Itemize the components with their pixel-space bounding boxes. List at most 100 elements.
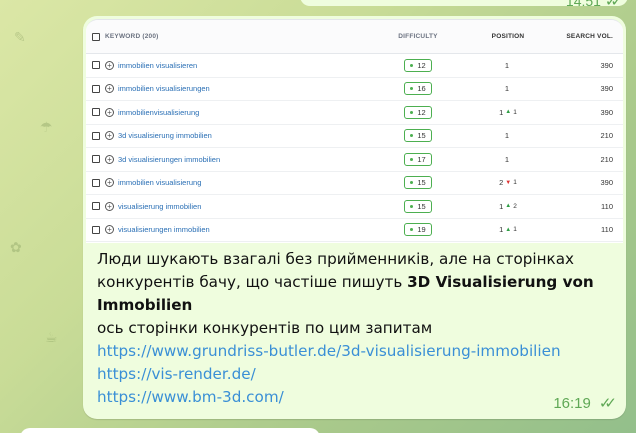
difficulty-badge: 15 <box>404 176 432 190</box>
table-body: + immobilien visualisieren 12 1 390 + immobili… <box>86 54 623 242</box>
arrow-up-icon: ▲ <box>505 109 512 116</box>
link-bm-3d[interactable]: https://www.bm-3d.com/ <box>97 386 617 409</box>
row-checkbox[interactable] <box>92 131 100 140</box>
doodle-icon: ☂ <box>40 120 53 136</box>
difficulty-dot-icon <box>410 228 414 232</box>
keyword-link[interactable]: 3d visualisierung immobilien <box>118 131 212 140</box>
table-row[interactable]: +3d visualisierungen immobilien 17 1 210 <box>86 148 623 172</box>
next-message-bubble <box>20 428 320 433</box>
difficulty-dot-icon <box>410 110 414 114</box>
position-value: 1 <box>504 154 510 164</box>
position-value: 2 <box>499 178 504 188</box>
search-volume-value: 210 <box>600 154 613 164</box>
add-circle-icon[interactable]: + <box>105 225 114 235</box>
difficulty-dot-icon <box>410 204 414 208</box>
header-position: POSITION <box>491 33 525 40</box>
header-difficulty: DIFFICULTY <box>398 33 438 40</box>
arrow-down-icon: ▼ <box>505 179 512 186</box>
row-checkbox[interactable] <box>92 155 100 164</box>
row-checkbox[interactable] <box>92 108 100 117</box>
message-meta: 16:19 ✓✓ <box>553 394 617 413</box>
attached-screenshot[interactable]: KEYWORD (200) DIFFICULTY POSITION SEARCH… <box>86 19 623 243</box>
row-checkbox[interactable] <box>92 202 100 211</box>
position-value: 1 <box>499 225 504 235</box>
header-keyword: KEYWORD (200) <box>105 33 159 40</box>
keyword-link[interactable]: immobilien visualisierungen <box>118 84 210 93</box>
keyword-link[interactable]: visualisierungen immobilien <box>118 225 210 234</box>
difficulty-dot-icon <box>410 181 414 185</box>
add-circle-icon[interactable]: + <box>105 60 114 70</box>
table-row[interactable]: + immobilien visualisieren 12 1 390 <box>86 54 623 78</box>
difficulty-value: 15 <box>417 178 426 188</box>
difficulty-value: 12 <box>417 60 426 70</box>
search-volume-value: 390 <box>600 84 613 94</box>
table-row[interactable]: + visualisierungen immobilien 19 1 ▲ 1 110 <box>86 219 623 242</box>
arrow-up-icon: ▲ <box>505 226 512 233</box>
table-row[interactable]: + visualisierung immobilien 15 1 ▲ 2 110 <box>86 195 623 219</box>
position-value: 1 <box>504 60 510 70</box>
search-volume-value: 210 <box>600 131 613 141</box>
difficulty-value: 15 <box>417 201 426 211</box>
position-change: 2 <box>513 202 517 210</box>
difficulty-badge: 17 <box>404 152 432 166</box>
table-row[interactable]: +3d visualisierung immobilien 15 1 210 <box>86 125 623 148</box>
difficulty-dot-icon <box>410 157 414 161</box>
select-all-checkbox <box>92 32 100 41</box>
message-time: 16:19 <box>553 394 591 412</box>
double-check-icon: ✓✓ <box>598 395 617 412</box>
search-volume-value: 110 <box>601 225 613 235</box>
previous-message-meta: 14:51 ✓✓ <box>566 0 623 10</box>
keyword-link[interactable]: visualisierung immobilien <box>118 202 201 211</box>
position-change: 1 <box>513 226 517 234</box>
doodle-icon: ✿ <box>10 240 22 256</box>
difficulty-value: 19 <box>417 225 426 235</box>
position-change: 1 <box>513 108 517 116</box>
difficulty-badge: 12 <box>404 105 432 119</box>
row-checkbox[interactable] <box>92 61 100 70</box>
keyword-link[interactable]: 3d visualisierungen immobilien <box>118 155 220 164</box>
difficulty-badge: 15 <box>404 199 432 213</box>
add-circle-icon[interactable]: + <box>105 131 114 141</box>
table-header: KEYWORD (200) DIFFICULTY POSITION SEARCH… <box>86 20 623 54</box>
position-value: 1 <box>504 84 510 94</box>
search-volume-value: 390 <box>600 178 613 188</box>
message-text: Люди шукають взагалі без прийменників, а… <box>97 248 617 409</box>
doodle-icon: ✎ <box>14 30 26 46</box>
difficulty-dot-icon <box>410 63 414 67</box>
difficulty-value: 15 <box>417 131 426 141</box>
position-value: 1 <box>499 201 504 211</box>
difficulty-dot-icon <box>410 87 414 91</box>
add-circle-icon[interactable]: + <box>105 154 114 164</box>
row-checkbox[interactable] <box>92 178 100 187</box>
add-circle-icon[interactable]: + <box>105 178 114 188</box>
keyword-link[interactable]: immobilien visualisieren <box>118 61 197 70</box>
difficulty-value: 12 <box>417 107 426 117</box>
row-checkbox[interactable] <box>92 225 100 234</box>
arrow-up-icon: ▲ <box>505 203 512 210</box>
search-volume-value: 390 <box>600 60 613 70</box>
position-change: 1 <box>513 179 517 187</box>
position-value: 1 <box>504 131 510 141</box>
difficulty-dot-icon <box>410 134 414 138</box>
row-checkbox[interactable] <box>92 84 100 93</box>
position-value: 1 <box>499 107 504 117</box>
header-search-volume: SEARCH VOL. <box>566 33 613 40</box>
link-grundriss-butler[interactable]: https://www.grundriss-butler.de/3d-visua… <box>97 340 617 363</box>
message-bubble[interactable]: KEYWORD (200) DIFFICULTY POSITION SEARCH… <box>83 16 626 419</box>
link-vis-render[interactable]: https://vis-render.de/ <box>97 363 617 386</box>
keyword-link[interactable]: immobilienvisualisierung <box>118 108 199 117</box>
add-circle-icon[interactable]: + <box>105 201 114 211</box>
double-check-icon: ✓✓ <box>604 0 623 10</box>
table-row[interactable]: + immobilienvisualisierung 12 1 ▲ 1 390 <box>86 101 623 125</box>
difficulty-value: 16 <box>417 84 426 94</box>
table-row[interactable]: + immobilien visualisierung 15 2 ▼ 1 390 <box>86 172 623 195</box>
add-circle-icon[interactable]: + <box>105 107 114 117</box>
table-row[interactable]: + immobilien visualisierungen 16 1 390 <box>86 78 623 101</box>
doodle-icon: ☕ <box>45 330 58 346</box>
difficulty-badge: 15 <box>404 129 432 143</box>
add-circle-icon[interactable]: + <box>105 84 114 94</box>
difficulty-badge: 19 <box>404 223 432 237</box>
keyword-link[interactable]: immobilien visualisierung <box>118 178 201 187</box>
search-volume-value: 390 <box>600 107 613 117</box>
message-text-part2: ось сторінки конкурентів по цим запитам <box>97 319 433 337</box>
